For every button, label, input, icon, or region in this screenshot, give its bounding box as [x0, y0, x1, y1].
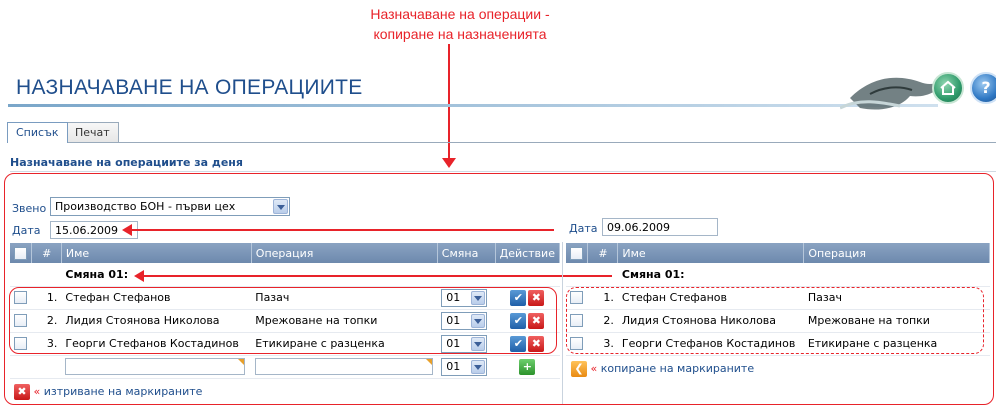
chevron-down-icon[interactable]: [471, 359, 486, 374]
annotation-arrow-head: [442, 158, 456, 168]
tabs-baseline: [7, 142, 996, 143]
annotation-line-2: копиране на назначенията: [373, 26, 547, 42]
help-icon[interactable]: ?: [970, 72, 996, 104]
section-divider: [10, 171, 996, 172]
col-action: Действие: [495, 243, 561, 263]
copy-marked-row: ❮ « копиране на маркираните: [571, 361, 754, 377]
date-label: Дата: [12, 224, 41, 237]
unit-select[interactable]: Производство БОН - първи цех: [50, 197, 290, 216]
select-all-cell: [10, 243, 33, 263]
home-icon[interactable]: [932, 72, 964, 104]
add-icon[interactable]: +: [519, 358, 536, 375]
delete-link-label: изтриване на маркираните: [43, 385, 203, 398]
annotation-group-arrow: [134, 270, 612, 282]
right-date-label: Дата: [569, 222, 598, 235]
right-col-name[interactable]: Име: [617, 243, 805, 263]
delete-link-quote: «: [33, 385, 41, 398]
copy-icon[interactable]: ❮: [571, 361, 587, 377]
right-date-input[interactable]: 09.06.2009: [602, 218, 718, 236]
select-all-checkbox[interactable]: [14, 246, 27, 260]
right-col-num: #: [587, 243, 619, 263]
new-shift-select[interactable]: 01: [441, 357, 488, 376]
tab-list[interactable]: Списък: [7, 122, 68, 143]
col-shift[interactable]: Смяна: [437, 243, 496, 263]
section-title: Назначаване на операциите за деня: [10, 156, 243, 169]
new-row: 01 +: [10, 355, 560, 379]
new-name-input[interactable]: [65, 358, 246, 375]
page-title: НАЗНАЧАВАНЕ НА ОПЕРАЦИИТЕ: [16, 76, 363, 99]
tab-print[interactable]: Печат: [66, 122, 119, 143]
delete-marked-row: ✖ « изтриване на маркираните: [14, 384, 202, 400]
new-shift-value: 01: [446, 359, 461, 373]
copy-link-label: копиране на маркираните: [600, 362, 755, 375]
annotation-line-1: Назначаване на операции -: [370, 6, 550, 22]
col-name[interactable]: Име: [61, 243, 252, 263]
delete-icon[interactable]: ✖: [14, 384, 30, 400]
header-divider: [8, 104, 938, 107]
right-group-label: Смяна 01:: [617, 263, 990, 287]
right-col-operation[interactable]: Операция: [803, 243, 990, 263]
unit-select-value: Производство БОН - първи цех: [55, 200, 236, 213]
chevron-down-icon[interactable]: [273, 199, 288, 214]
copy-marked-link[interactable]: « копиране на маркираните: [591, 362, 755, 375]
app-header: НАЗНАЧАВАНЕ НА ОПЕРАЦИИТЕ ?: [8, 72, 996, 110]
annotation-right-rows-frame: [566, 287, 984, 354]
annotation-left-rows-frame: [9, 287, 557, 354]
right-select-all-checkbox[interactable]: [570, 246, 583, 260]
panel-separator: [562, 242, 563, 404]
col-num: #: [31, 243, 62, 263]
delete-marked-link[interactable]: « изтриване на маркираните: [34, 385, 203, 398]
col-operation[interactable]: Операция: [251, 243, 438, 263]
annotation-date-arrow: [122, 224, 554, 236]
unit-label: Звено: [12, 202, 47, 215]
annotation-callout: Назначаване на операции - копиране на на…: [340, 4, 580, 44]
right-group-row: Смяна 01:: [566, 263, 990, 287]
new-operation-input[interactable]: [255, 358, 434, 375]
right-select-all-cell: [566, 243, 589, 263]
copy-link-quote: «: [590, 362, 598, 375]
